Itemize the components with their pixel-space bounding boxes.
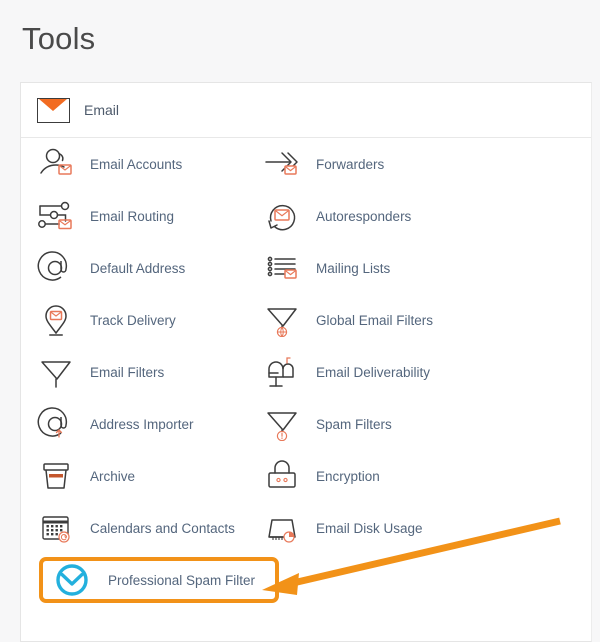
tools-column-right: Forwarders Autoresponders Mailing Lists … <box>261 138 561 554</box>
default-address-icon <box>35 247 77 289</box>
tool-label: Forwarders <box>316 156 385 172</box>
card-header: Email <box>21 83 591 138</box>
email-filters-icon <box>35 351 77 393</box>
tool-track-delivery[interactable]: Track Delivery <box>35 294 265 346</box>
tool-label: Spam Filters <box>316 416 392 432</box>
tool-address-importer[interactable]: Address Importer <box>35 398 265 450</box>
forwarders-icon <box>261 143 303 185</box>
tool-professional-spam-filter[interactable]: Professional Spam Filter <box>39 557 279 603</box>
tool-email-disk-usage[interactable]: Email Disk Usage <box>261 502 561 554</box>
email-accounts-icon <box>35 143 77 185</box>
tool-label: Encryption <box>316 468 380 484</box>
tools-column-left: Email Accounts Email Routing Default Add… <box>35 138 279 603</box>
mailing-lists-icon <box>261 247 303 289</box>
card-header-label: Email <box>84 102 120 118</box>
tool-label: Email Disk Usage <box>316 520 423 536</box>
tool-label: Default Address <box>90 260 186 276</box>
tool-label: Mailing Lists <box>316 260 391 276</box>
tool-email-accounts[interactable]: Email Accounts <box>35 138 265 190</box>
autoresponders-icon <box>261 195 303 237</box>
tool-label: Track Delivery <box>90 312 176 328</box>
tool-encryption[interactable]: Encryption <box>261 450 561 502</box>
email-tools-card: Email Email Accounts Email Routing Defau… <box>20 82 592 642</box>
encryption-icon <box>261 455 303 497</box>
tool-label: Address Importer <box>90 416 194 432</box>
spam-filters-icon <box>261 403 303 445</box>
tool-label: Archive <box>90 468 136 484</box>
tool-default-address[interactable]: Default Address <box>35 242 265 294</box>
tool-forwarders[interactable]: Forwarders <box>261 138 561 190</box>
tool-label: Email Filters <box>90 364 165 380</box>
tool-label: Email Accounts <box>90 156 183 172</box>
tool-email-routing[interactable]: Email Routing <box>35 190 265 242</box>
tool-label: Calendars and Contacts <box>90 520 235 536</box>
email-deliverability-icon <box>261 351 303 393</box>
tool-email-filters[interactable]: Email Filters <box>35 346 265 398</box>
tool-global-email-filters[interactable]: Global Email Filters <box>261 294 561 346</box>
tools-grid: Email Accounts Email Routing Default Add… <box>21 138 591 603</box>
archive-icon <box>35 455 77 497</box>
track-delivery-icon <box>35 299 77 341</box>
tool-calendars-and-contacts[interactable]: Calendars and Contacts <box>35 502 265 554</box>
tool-autoresponders[interactable]: Autoresponders <box>261 190 561 242</box>
tool-label: Global Email Filters <box>316 312 434 328</box>
email-routing-icon <box>35 195 77 237</box>
envelope-icon <box>37 97 70 123</box>
tool-label: Autoresponders <box>316 208 412 224</box>
professional-spam-filter-icon <box>51 559 93 601</box>
tool-label: Email Routing <box>90 208 175 224</box>
tool-spam-filters[interactable]: Spam Filters <box>261 398 561 450</box>
tool-archive[interactable]: Archive <box>35 450 265 502</box>
tool-label: Professional Spam Filter <box>108 572 256 588</box>
tool-mailing-lists[interactable]: Mailing Lists <box>261 242 561 294</box>
global-email-filters-icon <box>261 299 303 341</box>
email-disk-usage-icon <box>261 507 303 549</box>
tool-label: Email Deliverability <box>316 364 431 380</box>
address-importer-icon <box>35 403 77 445</box>
page-title: Tools <box>22 21 96 56</box>
tool-email-deliverability[interactable]: Email Deliverability <box>261 346 561 398</box>
calendars-contacts-icon <box>35 507 77 549</box>
